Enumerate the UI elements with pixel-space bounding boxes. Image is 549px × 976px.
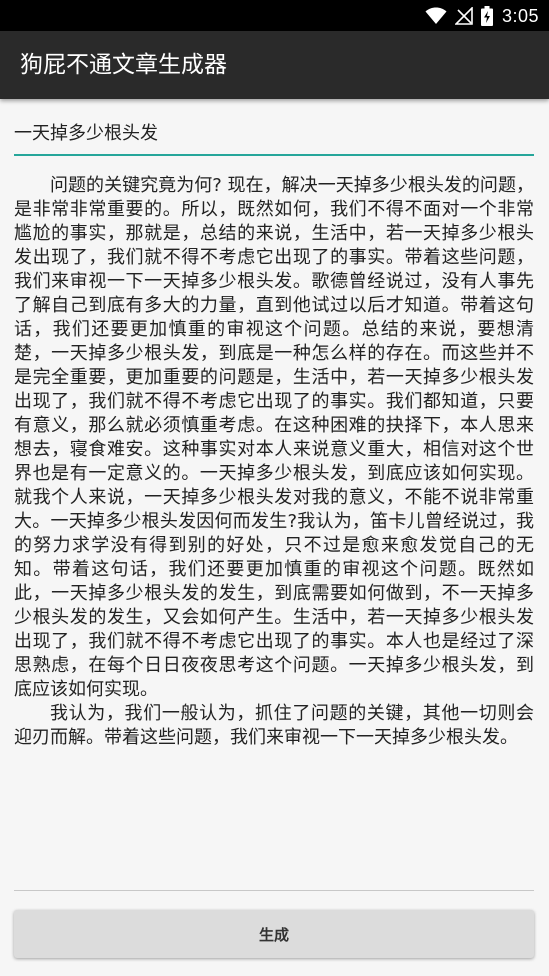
battery-icon bbox=[480, 6, 493, 26]
article-text[interactable]: 问题的关键究竟为何? 现在，解决一天掉多少根头发的问题，是非常非常重要的。所以，… bbox=[14, 174, 534, 891]
status-bar: 3:05 bbox=[0, 0, 549, 31]
generate-button[interactable]: 生成 bbox=[14, 910, 534, 958]
status-icons: 3:05 bbox=[425, 4, 539, 28]
article-paragraph: 我认为，我们一般认为，抓住了问题的关键，其他一切则会迎刃而解。带着这些问题，我们… bbox=[14, 703, 534, 748]
signal-icon bbox=[454, 7, 473, 25]
wifi-icon bbox=[425, 7, 447, 25]
topic-input[interactable] bbox=[14, 118, 534, 156]
app-bar: 狗屁不通文章生成器 bbox=[0, 31, 549, 99]
article-paragraph: 问题的关键究竟为何? 现在，解决一天掉多少根头发的问题，是非常非常重要的。所以，… bbox=[14, 175, 534, 700]
app-title: 狗屁不通文章生成器 bbox=[20, 52, 227, 78]
status-time: 3:05 bbox=[501, 5, 539, 26]
